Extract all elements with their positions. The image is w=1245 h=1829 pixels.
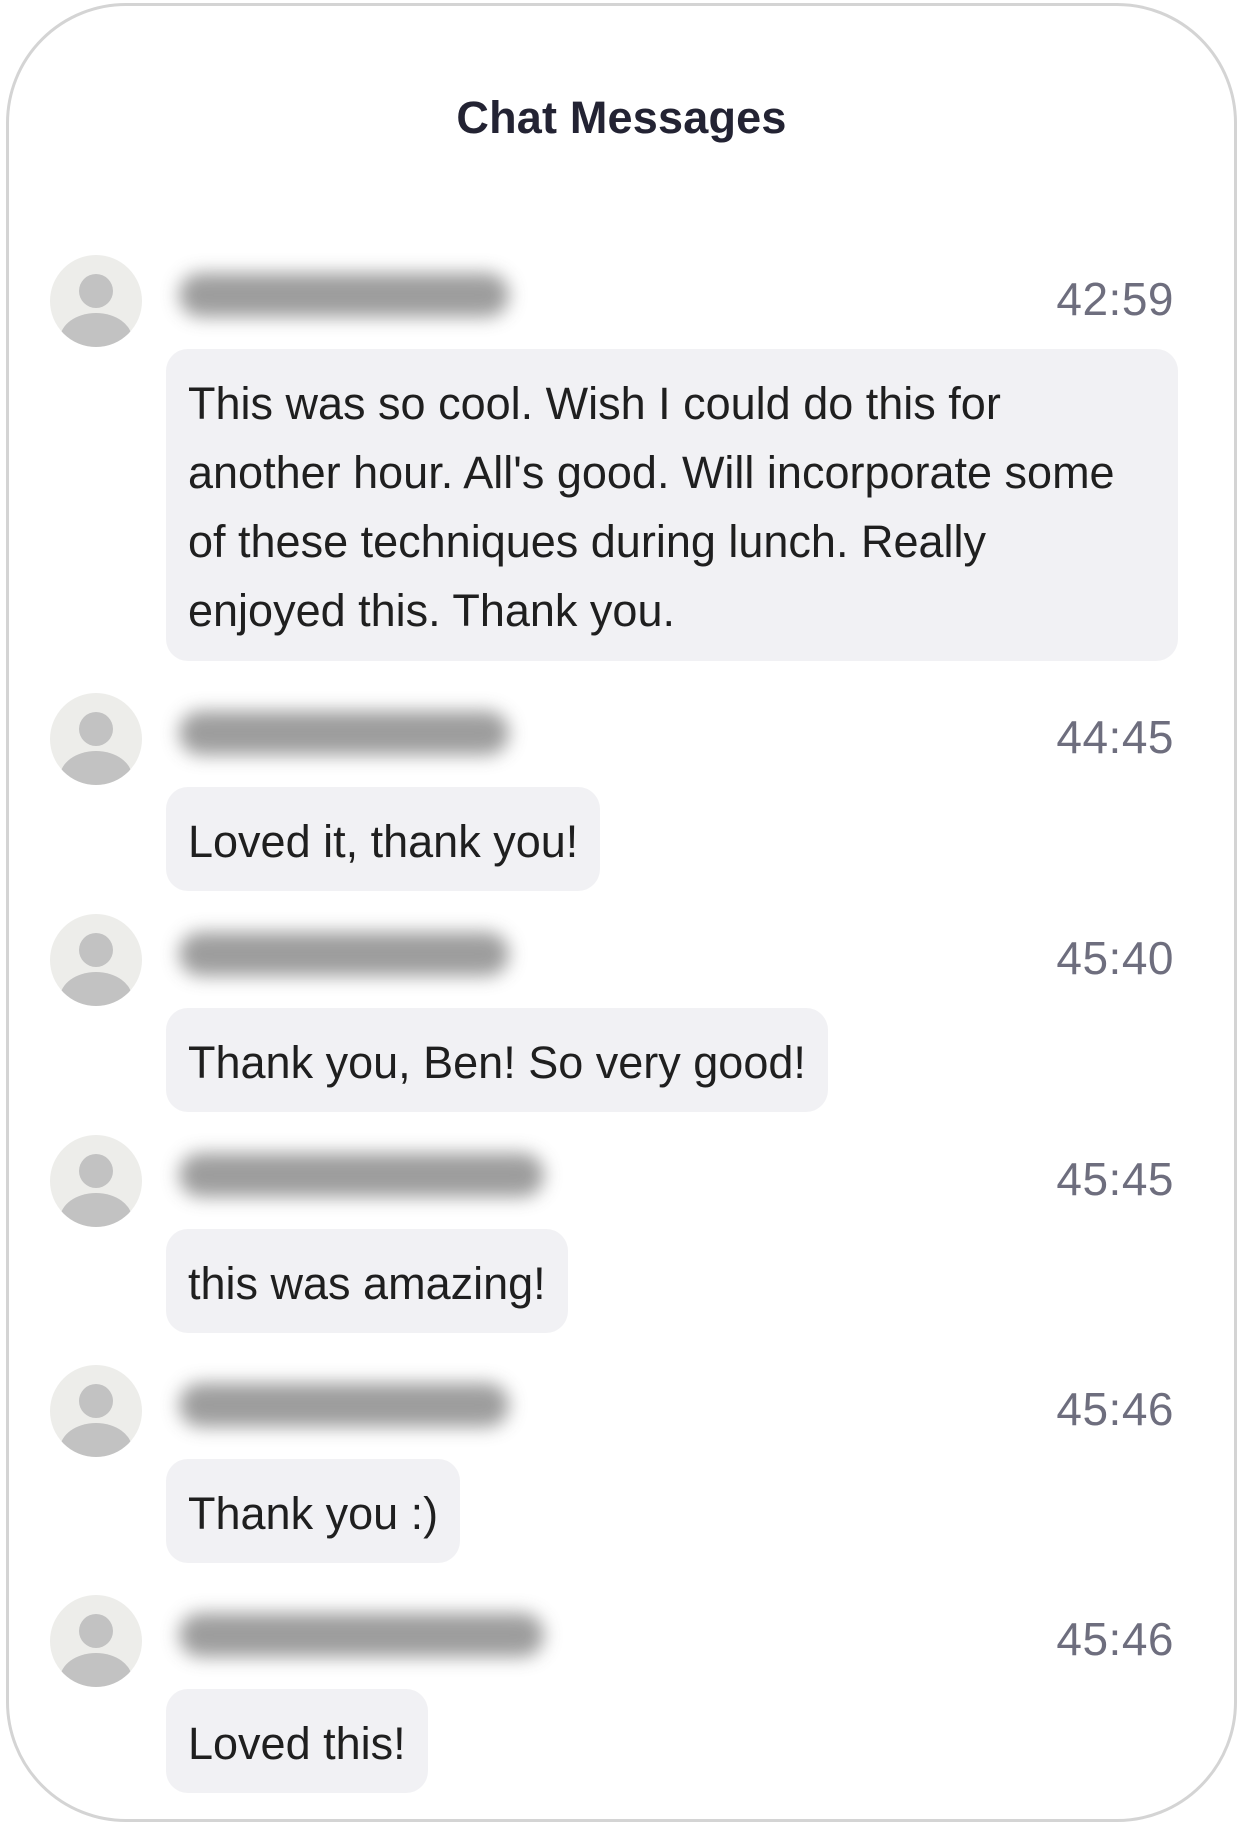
- sender-name-redacted: [179, 1383, 509, 1427]
- sender-name-redacted: [179, 932, 509, 976]
- message-time: 44:45: [1056, 711, 1174, 763]
- avatar-user-icon[interactable]: [50, 1135, 142, 1227]
- message-bubble: this was amazing!: [166, 1229, 568, 1333]
- avatar-user-icon[interactable]: [50, 914, 142, 1006]
- message-bubble: Loved it, thank you!: [166, 787, 601, 891]
- message-time: 45:46: [1056, 1383, 1174, 1435]
- panel-title: Chat Messages: [456, 92, 787, 143]
- message-time: 45:45: [1056, 1153, 1174, 1205]
- message-bubble: This was so cool. Wish I could do this f…: [166, 349, 1178, 661]
- sender-name-redacted: [179, 1153, 544, 1197]
- chat-messages-panel: Chat Messages 42:59 This was so cool. Wi…: [6, 3, 1237, 1822]
- message-bubble: Loved this!: [166, 1689, 428, 1793]
- avatar-user-icon[interactable]: [50, 693, 142, 785]
- message-time: 42:59: [1056, 273, 1174, 325]
- sender-name-redacted: [179, 273, 509, 317]
- sender-name-redacted: [179, 711, 509, 755]
- avatar-user-icon[interactable]: [50, 255, 142, 347]
- message-time: 45:46: [1056, 1613, 1174, 1665]
- message-bubble: Thank you :): [166, 1459, 461, 1563]
- message-bubble: Thank you, Ben! So very good!: [166, 1008, 828, 1112]
- message-time: 45:40: [1056, 932, 1174, 984]
- avatar-user-icon[interactable]: [50, 1595, 142, 1687]
- sender-name-redacted: [179, 1613, 544, 1657]
- avatar-user-icon[interactable]: [50, 1365, 142, 1457]
